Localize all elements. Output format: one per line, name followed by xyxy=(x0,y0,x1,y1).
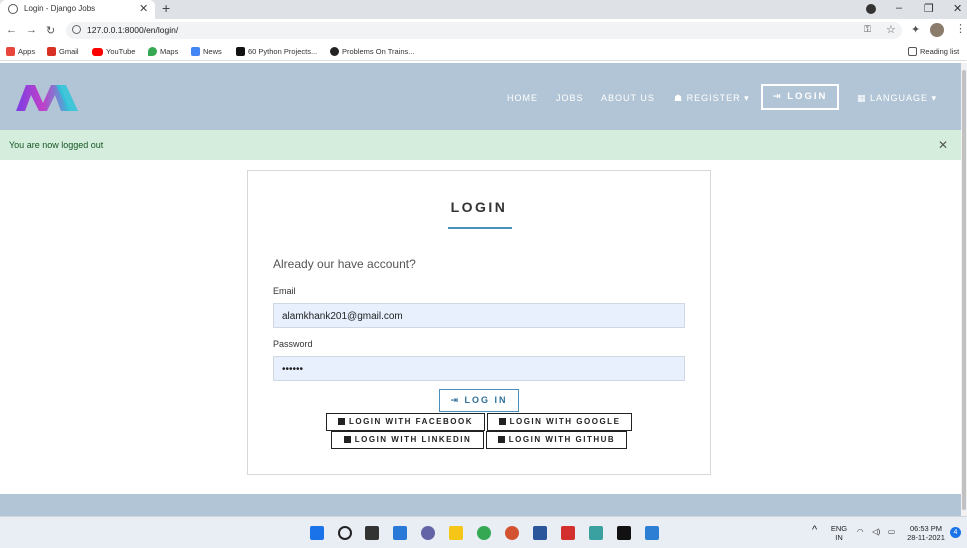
sign-in-icon: ⇥ xyxy=(450,395,465,405)
github-icon xyxy=(497,436,505,443)
bookmark-gmail[interactable]: Gmail xyxy=(47,47,79,56)
gmail-icon xyxy=(47,47,56,56)
caret-down-icon: ▾ xyxy=(740,93,750,103)
forward-icon[interactable]: → xyxy=(26,24,37,36)
browser-tab-strip: Login - Django Jobs ✕ + – ❐ ✕ xyxy=(0,0,967,19)
alert-message: You are now logged out xyxy=(9,140,104,150)
language-indicator[interactable]: ENG IN xyxy=(828,524,850,542)
login-google-button[interactable]: LOGIN WITH GOOGLE xyxy=(487,413,632,431)
wifi-icon[interactable]: ◠ xyxy=(857,527,864,536)
email-field[interactable]: alamkhank201@gmail.com xyxy=(273,303,685,328)
bookmark-apps[interactable]: Apps xyxy=(6,47,35,56)
chrome-icon[interactable] xyxy=(477,526,491,540)
nav-home[interactable]: HOME xyxy=(507,93,538,103)
widgets-icon[interactable] xyxy=(393,526,407,540)
login-title: LOGIN xyxy=(450,199,508,215)
caret-down-icon: ▾ xyxy=(928,93,938,103)
news-icon xyxy=(191,47,200,56)
pdf-icon[interactable] xyxy=(561,526,575,540)
password-field[interactable]: •••••• xyxy=(273,356,685,381)
record-icon[interactable] xyxy=(866,4,876,14)
maps-pin-icon xyxy=(148,47,157,56)
reload-icon[interactable]: ↻ xyxy=(46,24,55,37)
url-text[interactable]: 127.0.0.1:8000/en/login/ xyxy=(87,25,178,35)
word-icon[interactable] xyxy=(533,526,547,540)
reading-list[interactable]: Reading list xyxy=(908,47,959,56)
photos-icon[interactable] xyxy=(645,526,659,540)
tab-close-icon[interactable]: ✕ xyxy=(139,2,148,15)
notepad-icon[interactable] xyxy=(589,526,603,540)
start-icon[interactable] xyxy=(310,526,324,540)
apps-grid-icon xyxy=(6,47,15,56)
extensions-icon[interactable]: ✦ xyxy=(911,23,920,36)
bookmark-news[interactable]: News xyxy=(191,47,222,56)
task-view-icon[interactable] xyxy=(365,526,379,540)
login-subtitle: Already our have account? xyxy=(273,257,416,271)
url-bar[interactable]: 127.0.0.1:8000/en/login/ ⚿ ☆ xyxy=(66,22,902,39)
reading-list-icon xyxy=(908,47,917,56)
nav-about[interactable]: ABOUT US xyxy=(601,93,655,103)
teams-icon[interactable] xyxy=(421,526,435,540)
login-facebook-button[interactable]: LOGIN WITH FACEBOOK xyxy=(326,413,485,431)
site-footer xyxy=(0,494,961,516)
title-underline xyxy=(448,227,512,229)
search-icon[interactable] xyxy=(338,526,352,540)
site-logo[interactable] xyxy=(16,83,78,111)
notification-badge[interactable]: 4 xyxy=(950,527,961,538)
os-taskbar: ^ ENG IN ◠ ◁) ▭ 06:53 PM 28-11-2021 4 xyxy=(0,516,967,548)
avatar[interactable] xyxy=(930,23,944,37)
language-icon: ▦ xyxy=(857,93,871,103)
login-card: LOGIN Already our have account? Email al… xyxy=(247,170,711,475)
login-github-button[interactable]: LOGIN WITH GITHUB xyxy=(486,431,627,449)
site-navbar: HOME JOBS ABOUT US ☗ REGISTER ▾ ⇥ LOGIN … xyxy=(0,63,961,130)
battery-icon[interactable]: ▭ xyxy=(888,527,895,536)
powerpoint-icon[interactable] xyxy=(505,526,519,540)
menu-icon[interactable]: ⋮ xyxy=(955,22,966,35)
bookmark-youtube[interactable]: YouTube xyxy=(92,47,135,56)
linkedin-icon xyxy=(343,436,351,443)
alert-close-icon[interactable]: ✕ xyxy=(938,138,948,152)
login-submit-button[interactable]: ⇥ LOG IN xyxy=(439,389,519,412)
minimize-icon[interactable]: – xyxy=(896,2,902,14)
google-icon xyxy=(498,418,506,425)
key-icon[interactable]: ⚿ xyxy=(864,24,871,35)
new-tab-icon[interactable]: + xyxy=(162,0,170,16)
back-icon[interactable]: ← xyxy=(6,24,17,36)
facebook-icon xyxy=(337,418,345,425)
scrollbar-thumb[interactable] xyxy=(962,70,966,510)
nav-login-button[interactable]: ⇥ LOGIN xyxy=(761,84,839,110)
logout-alert: You are now logged out ✕ xyxy=(0,130,961,160)
youtube-icon xyxy=(92,47,103,56)
email-label: Email xyxy=(273,286,296,296)
file-explorer-icon[interactable] xyxy=(449,526,463,540)
bookmarks-bar: Apps Gmail YouTube Maps News 60 Python P… xyxy=(0,43,967,61)
clock[interactable]: 06:53 PM 28-11-2021 xyxy=(904,524,948,542)
login-linkedin-button[interactable]: LOGIN WITH LINKEDIN xyxy=(331,431,484,449)
window-close-icon[interactable]: ✕ xyxy=(953,2,962,15)
site-info-icon[interactable] xyxy=(72,25,81,34)
tab-title: Login - Django Jobs xyxy=(24,4,96,13)
bookmark-star-icon[interactable]: ☆ xyxy=(886,23,896,36)
bookmark-maps[interactable]: Maps xyxy=(148,47,178,56)
address-toolbar: ← → ↻ 127.0.0.1:8000/en/login/ ⚿ ☆ ✦ ⋮ xyxy=(0,19,967,43)
volume-icon[interactable]: ◁) xyxy=(872,527,880,536)
bookmark-python-projects[interactable]: 60 Python Projects... xyxy=(236,47,317,56)
video-icon xyxy=(236,47,245,56)
restore-icon[interactable]: ❐ xyxy=(924,2,934,15)
sign-in-icon: ⇥ xyxy=(772,91,788,102)
password-label: Password xyxy=(273,339,313,349)
globe-icon xyxy=(8,4,18,14)
github-icon xyxy=(330,47,339,56)
terminal-icon[interactable] xyxy=(617,526,631,540)
nav-language[interactable]: ▦ LANGUAGE ▾ xyxy=(857,93,937,104)
user-plus-icon: ☗ xyxy=(674,93,687,103)
browser-tab[interactable]: Login - Django Jobs ✕ xyxy=(0,0,155,19)
bookmark-problems-on-trains[interactable]: Problems On Trains... xyxy=(330,47,415,56)
chevron-up-icon[interactable]: ^ xyxy=(812,525,817,536)
nav-register[interactable]: ☗ REGISTER ▾ xyxy=(674,93,750,104)
nav-jobs[interactable]: JOBS xyxy=(556,93,584,103)
